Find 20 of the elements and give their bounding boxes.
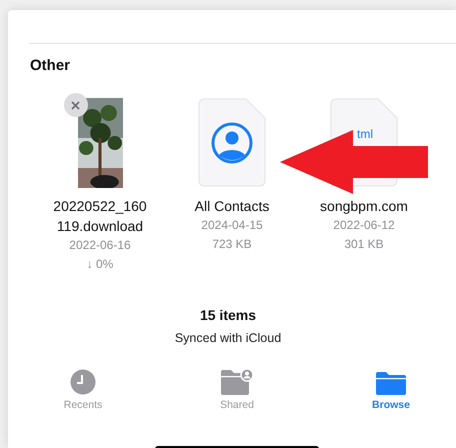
download-status: ↓ 0% <box>86 256 114 273</box>
shared-folder-icon <box>221 369 253 395</box>
folder-icon <box>376 371 406 395</box>
file-size: 723 KB <box>212 236 252 253</box>
sync-status: Synced with iCloud <box>174 331 282 345</box>
file-name[interactable]: songbpm.com <box>314 196 414 216</box>
file-name[interactable]: All Contacts <box>182 196 282 216</box>
item-count: 15 items <box>198 307 258 323</box>
remove-button[interactable] <box>64 93 88 117</box>
file-date: 2022-06-16 <box>69 237 131 254</box>
contact-file-icon <box>198 98 266 188</box>
close-icon <box>71 100 80 110</box>
clock-icon <box>70 369 96 395</box>
file-size: 301 KB <box>344 236 384 253</box>
file-date: 2022-06-12 <box>333 217 395 234</box>
section-title: Other <box>30 57 72 74</box>
file-date: 2024-04-15 <box>201 217 263 234</box>
file-type-label: tml <box>357 128 373 140</box>
tab[interactable]: Browse <box>356 367 426 411</box>
file-name[interactable]: 20220522_160119.download <box>50 196 150 236</box>
